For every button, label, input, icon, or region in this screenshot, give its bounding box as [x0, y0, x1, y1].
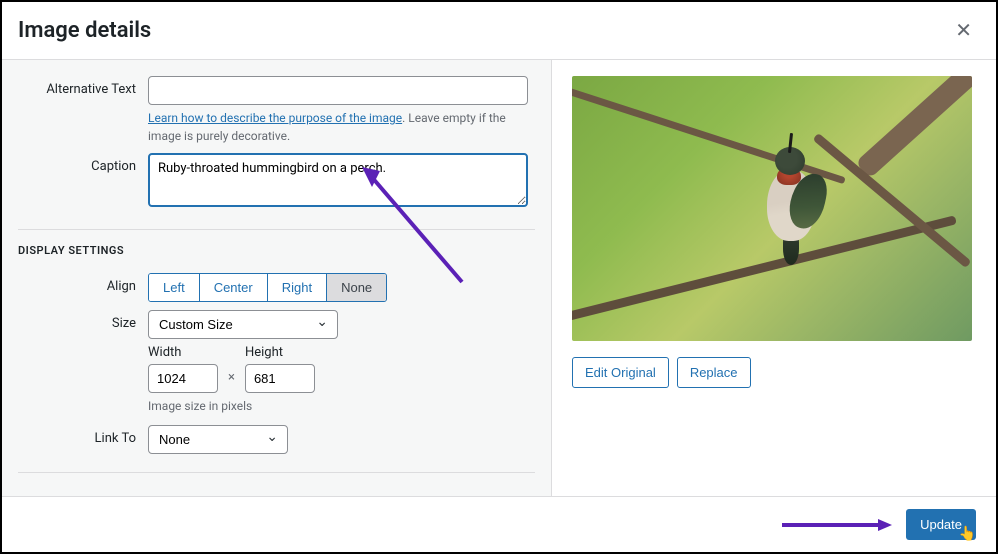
modal-title: Image details [18, 18, 151, 43]
link-to-select-wrap: None [148, 425, 288, 454]
height-input[interactable] [245, 364, 315, 393]
caption-control [148, 153, 528, 211]
link-to-control: None [148, 425, 528, 454]
alt-text-control: Learn how to describe the purpose of the… [148, 76, 528, 145]
width-label: Width [148, 345, 218, 360]
size-hint: Image size in pixels [148, 397, 528, 415]
alt-text-hint: Learn how to describe the purpose of the… [148, 109, 528, 145]
align-control: Left Center Right None [148, 273, 528, 302]
close-icon: ✕ [955, 20, 972, 42]
display-settings-heading: DISPLAY SETTINGS [18, 244, 535, 257]
annotation-arrow-icon [782, 518, 892, 532]
alt-text-hint-link[interactable]: Learn how to describe the purpose of the… [148, 111, 402, 125]
height-col: Height [245, 345, 315, 393]
link-to-label: Link To [18, 425, 148, 446]
caption-label: Caption [18, 153, 148, 174]
section-divider [18, 229, 535, 230]
section-divider-bottom [18, 472, 535, 473]
replace-button[interactable]: Replace [677, 357, 751, 388]
image-details-modal: Image details ✕ Alternative Text Learn h… [0, 0, 998, 554]
branch-shape [855, 76, 972, 179]
width-col: Width [148, 345, 218, 393]
align-row: Align Left Center Right None [18, 273, 535, 302]
settings-column: Alternative Text Learn how to describe t… [2, 60, 552, 496]
size-inputs: Width × Height [148, 345, 528, 393]
align-right-button[interactable]: Right [268, 274, 327, 301]
size-control: Custom Size Width × Height [148, 310, 528, 415]
alt-text-row: Alternative Text Learn how to describe t… [18, 76, 535, 145]
caption-row: Caption [18, 153, 535, 211]
image-preview [572, 76, 972, 341]
close-button[interactable]: ✕ [947, 14, 980, 47]
preview-scene [572, 76, 972, 341]
modal-footer: Update [2, 496, 996, 552]
size-multiply-icon: × [228, 370, 235, 385]
preview-column: Edit Original Replace [552, 60, 996, 496]
align-label: Align [18, 273, 148, 294]
size-row: Size Custom Size Width × [18, 310, 535, 415]
modal-body: Alternative Text Learn how to describe t… [2, 60, 996, 496]
align-left-button[interactable]: Left [149, 274, 200, 301]
update-button[interactable]: Update [906, 509, 976, 540]
caption-input[interactable] [148, 153, 528, 207]
size-label: Size [18, 310, 148, 331]
alt-text-label: Alternative Text [18, 76, 148, 97]
align-none-button[interactable]: None [327, 274, 386, 301]
link-to-select[interactable]: None [148, 425, 288, 454]
size-select-wrap: Custom Size [148, 310, 338, 339]
modal-header: Image details ✕ [2, 2, 996, 60]
height-label: Height [245, 345, 315, 360]
preview-actions: Edit Original Replace [572, 357, 976, 388]
width-input[interactable] [148, 364, 218, 393]
align-button-group: Left Center Right None [148, 273, 387, 302]
alt-text-input[interactable] [148, 76, 528, 105]
link-to-row: Link To None [18, 425, 535, 454]
edit-original-button[interactable]: Edit Original [572, 357, 669, 388]
size-select[interactable]: Custom Size [148, 310, 338, 339]
hummingbird-shape [757, 141, 827, 251]
align-center-button[interactable]: Center [200, 274, 268, 301]
